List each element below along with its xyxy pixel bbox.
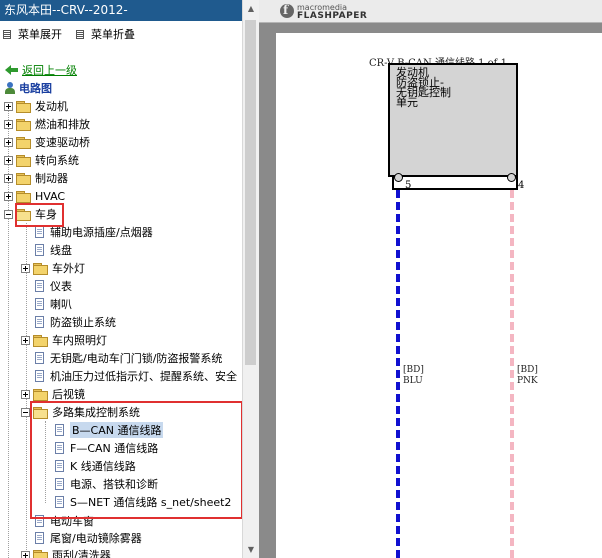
- document-viewer[interactable]: macromedia FLASHPAPER CR-V B-CAN 通信线路 1 …: [259, 0, 602, 558]
- app-title-bar: 东风本田--CRV--2012-: [0, 0, 242, 21]
- tree-item-cable-reel[interactable]: 线盘: [35, 241, 72, 259]
- tree-item-immobilizer[interactable]: 防盗锁止系统: [35, 313, 116, 331]
- control-unit-label: 发动机 防盗锁止- 无钥匙控制 单元: [396, 66, 451, 109]
- expand-icon[interactable]: [21, 335, 30, 345]
- folder-icon: [33, 388, 48, 401]
- menu-toolbar: 菜单展开 菜单折叠: [0, 24, 242, 44]
- expand-icon[interactable]: [21, 550, 30, 558]
- tree-item-power-windows[interactable]: 电动车窗: [35, 512, 94, 530]
- document-icon: [55, 460, 64, 472]
- tree-item-defogger[interactable]: 尾窗/电动镜除雾器: [35, 529, 142, 547]
- folder-icon: [33, 549, 48, 558]
- folder-icon: [16, 118, 31, 131]
- list-icon: [3, 29, 11, 39]
- document-icon: [35, 532, 44, 544]
- folder-open-icon: [16, 208, 31, 221]
- flashpaper-logo-icon: [280, 3, 294, 18]
- navigation-panel: 东风本田--CRV--2012- 菜单展开 菜单折叠 返回上一级 电路图 发动机…: [0, 0, 242, 558]
- expand-icon[interactable]: [4, 137, 13, 147]
- scroll-up-icon[interactable]: ▲: [243, 0, 259, 17]
- document-icon: [35, 352, 44, 364]
- document-icon: [35, 226, 44, 238]
- pin-number-blu: 5: [405, 180, 412, 191]
- pin-circle: [394, 173, 403, 182]
- folder-icon: [33, 334, 48, 347]
- tree-item-mirrors[interactable]: 后视镜: [21, 385, 85, 403]
- document-icon: [35, 298, 44, 310]
- wire-blu: [396, 190, 400, 558]
- folder-icon: [16, 154, 31, 167]
- wire-label-blu: [BD] BLU: [403, 365, 424, 386]
- diagram-root-icon: [5, 82, 15, 94]
- document-icon: [35, 515, 44, 527]
- tree-item-oil-pressure[interactable]: 机油压力过低指示灯、提醒系统、安全: [35, 367, 237, 385]
- folder-icon: [33, 262, 48, 275]
- folder-icon: [16, 136, 31, 149]
- collapse-icon[interactable]: [21, 407, 30, 417]
- tree-item-exterior-lights[interactable]: 车外灯: [21, 259, 85, 277]
- tree-item-fuel[interactable]: 燃油和排放: [4, 115, 90, 133]
- scroll-thumb[interactable]: [245, 20, 256, 365]
- folder-open-icon: [33, 406, 48, 419]
- tree-item-hvac[interactable]: HVAC: [4, 187, 65, 205]
- folder-icon: [16, 172, 31, 185]
- diagram-page: CR-V B-CAN 通信线路 1 of 1 发动机 防盗锁止- 无钥匙控制 单…: [276, 33, 602, 558]
- scroll-down-icon[interactable]: ▼: [243, 541, 259, 558]
- document-icon: [55, 478, 64, 490]
- tree-item-interior-lights[interactable]: 车内照明灯: [21, 331, 107, 349]
- tree-item-brakes[interactable]: 制动器: [4, 169, 68, 187]
- tree-item-power-ground[interactable]: 电源、搭铁和诊断: [55, 475, 158, 493]
- selected-label: B—CAN 通信线路: [70, 422, 164, 438]
- brand-flashpaper: FLASHPAPER: [297, 11, 368, 21]
- tree-item-snet[interactable]: S—NET 通信线路 s_net/sheet2: [55, 493, 231, 511]
- tree-item-gauges[interactable]: 仪表: [35, 277, 72, 295]
- pin-number-pnk: 4: [518, 180, 525, 191]
- back-link[interactable]: 返回上一级: [5, 61, 77, 79]
- wire-label-pnk: [BD] PNK: [517, 365, 538, 386]
- folder-icon: [16, 100, 31, 113]
- document-icon: [35, 244, 44, 256]
- tree-item-kline[interactable]: K 线通信线路: [55, 457, 136, 475]
- tree-item-multiplex[interactable]: 多路集成控制系统: [21, 403, 140, 421]
- document-icon: [35, 370, 44, 382]
- document-icon: [55, 442, 64, 454]
- app-title: 东风本田--CRV--2012-: [4, 3, 128, 17]
- tree-item-fcan[interactable]: F—CAN 通信线路: [55, 439, 158, 457]
- wire-pnk: [510, 190, 514, 558]
- expand-icon[interactable]: [4, 101, 13, 111]
- tree-item-bcan[interactable]: B—CAN 通信线路: [55, 421, 164, 439]
- tree-guide: [45, 421, 46, 503]
- tree-scrollbar[interactable]: ▲ ▼: [242, 0, 259, 558]
- expand-icon[interactable]: [21, 263, 30, 273]
- document-icon: [55, 424, 64, 436]
- tree-item-wipers[interactable]: 雨刮/清洗器: [21, 546, 111, 558]
- back-arrow-icon: [5, 65, 18, 75]
- expand-icon[interactable]: [4, 173, 13, 183]
- viewer-toolbar: macromedia FLASHPAPER: [259, 0, 602, 23]
- tree-item-transaxle[interactable]: 变速驱动桥: [4, 133, 90, 151]
- control-unit-box: 发动机 防盗锁止- 无钥匙控制 单元: [388, 63, 518, 177]
- tree-item-horn[interactable]: 喇叭: [35, 295, 72, 313]
- list-icon: [76, 29, 84, 39]
- collapse-menu-button[interactable]: 菜单折叠: [76, 26, 135, 42]
- tree-item-body[interactable]: 车身: [4, 205, 57, 223]
- collapse-icon[interactable]: [4, 209, 13, 219]
- document-icon: [55, 496, 64, 508]
- expand-icon[interactable]: [21, 389, 30, 399]
- tree-item-engine[interactable]: 发动机: [4, 97, 68, 115]
- expand-icon[interactable]: [4, 191, 13, 201]
- tree-item-keyless[interactable]: 无钥匙/电动车门门锁/防盗报警系统: [35, 349, 222, 367]
- expand-menu-button[interactable]: 菜单展开: [3, 26, 62, 42]
- tree-root[interactable]: 电路图: [5, 79, 52, 97]
- folder-icon: [16, 190, 31, 203]
- expand-icon[interactable]: [4, 155, 13, 165]
- expand-icon[interactable]: [4, 119, 13, 129]
- pin-circle: [507, 173, 516, 182]
- tree-item-aux-power[interactable]: 辅助电源插座/点烟器: [35, 223, 153, 241]
- document-icon: [35, 280, 44, 292]
- document-icon: [35, 316, 44, 328]
- tree-item-steering[interactable]: 转向系统: [4, 151, 79, 169]
